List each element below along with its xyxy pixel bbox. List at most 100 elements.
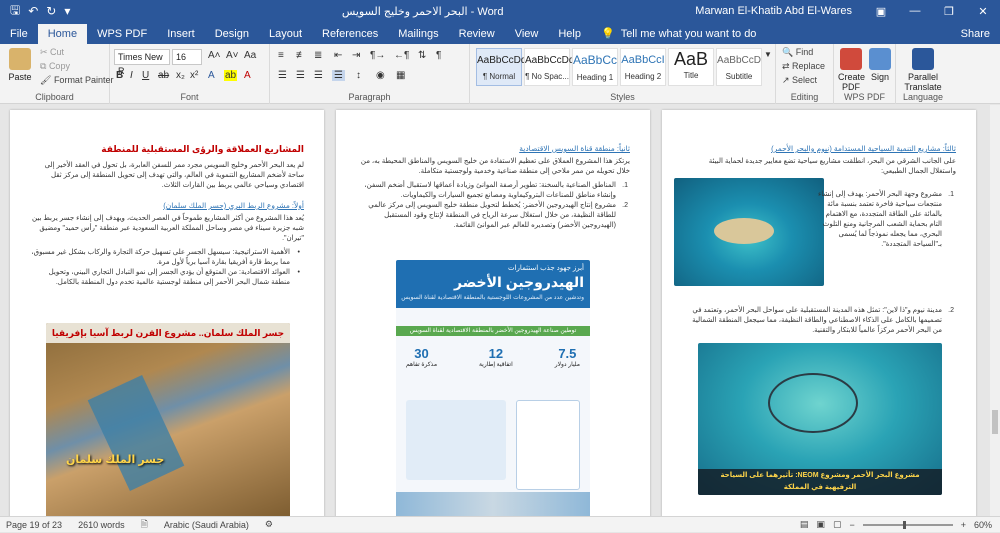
- style-name: ¶ No Spac...: [525, 72, 569, 81]
- zoom-out-icon[interactable]: −: [849, 520, 854, 530]
- bullets-icon[interactable]: ≡: [278, 50, 284, 61]
- align-center-icon[interactable]: ☰: [296, 70, 305, 81]
- bold-icon[interactable]: B: [116, 70, 123, 81]
- save-icon[interactable]: 🖫: [10, 1, 20, 22]
- scrollbar-thumb[interactable]: [992, 410, 998, 434]
- minimize-icon[interactable]: —: [898, 5, 932, 18]
- cut-button[interactable]: ✂ Cut: [40, 47, 64, 58]
- zoom-in-icon[interactable]: +: [961, 520, 966, 530]
- zoom-level[interactable]: 60%: [974, 520, 992, 530]
- style-heading-2[interactable]: AaBbCcI Heading 2: [620, 48, 666, 86]
- borders-icon[interactable]: ▦: [396, 70, 405, 81]
- accessibility-icon[interactable]: ⚙: [265, 519, 273, 530]
- stat-block: 7.5 مليار دولار: [555, 346, 580, 386]
- neom-image: مشروع البحر الأحمر ومشروع NEOM: تأثيرهما…: [698, 343, 942, 495]
- vertical-scrollbar[interactable]: [990, 105, 1000, 516]
- item-number: 1.: [622, 182, 628, 189]
- undo-icon[interactable]: ↶: [28, 4, 38, 18]
- tab-view[interactable]: View: [505, 24, 549, 44]
- replace-button[interactable]: ⇄ Replace: [782, 61, 825, 72]
- style-normal[interactable]: AaBbCcDd ¶ Normal: [476, 48, 526, 86]
- parallel-translate-button[interactable]: Parallel Translate: [902, 48, 944, 92]
- tab-design[interactable]: Design: [205, 24, 259, 44]
- stat-block: 12 اتفاقية إطارية: [479, 346, 513, 386]
- zoom-slider[interactable]: [862, 520, 953, 529]
- tab-review[interactable]: Review: [449, 24, 505, 44]
- underline-icon[interactable]: U: [142, 70, 149, 81]
- highlight-icon[interactable]: ab: [224, 70, 238, 81]
- copy-button[interactable]: ⧉ Copy: [40, 61, 70, 72]
- bridge-banner: جسر الملك سلمان.. مشروع القرن لربط آسيا …: [46, 323, 290, 343]
- section-heading-bridge: أولاً: مشروع الربط البري (جسر الملك سلما…: [163, 201, 304, 210]
- style-no-spacing[interactable]: AaBbCcDd ¶ No Spac...: [524, 48, 574, 86]
- sort-icon[interactable]: ⇅: [418, 50, 426, 61]
- change-case-icon[interactable]: Aa: [244, 50, 256, 61]
- style-heading-1[interactable]: AaBbCc Heading 1: [572, 48, 618, 86]
- language-group: Parallel Translate Language: [896, 44, 1000, 104]
- font-name-field[interactable]: Times New R: [114, 49, 170, 76]
- tab-wps-pdf[interactable]: WPS PDF: [87, 24, 157, 44]
- styles-more-icon[interactable]: ▼: [764, 50, 772, 59]
- tell-me-box[interactable]: 💡 Tell me what you want to do: [591, 24, 766, 44]
- web-layout-icon[interactable]: ▢: [833, 519, 842, 530]
- text-effects-icon[interactable]: A: [208, 70, 215, 81]
- grow-font-icon[interactable]: A˄: [208, 50, 221, 61]
- decrease-indent-icon[interactable]: ⇤: [334, 50, 342, 61]
- paste-button[interactable]: Paste: [6, 48, 34, 82]
- align-left-icon[interactable]: ☰: [278, 70, 287, 81]
- font-size-field[interactable]: 16: [172, 49, 202, 65]
- tab-references[interactable]: References: [312, 24, 388, 44]
- increase-indent-icon[interactable]: ⇥: [352, 50, 360, 61]
- find-button[interactable]: 🔍 Find: [782, 47, 813, 58]
- font-color-icon[interactable]: A: [244, 70, 251, 81]
- line-spacing-icon[interactable]: ↕: [356, 70, 361, 81]
- style-sample: AaB: [673, 49, 709, 69]
- print-layout-icon[interactable]: ▣: [816, 519, 825, 530]
- rtl-icon[interactable]: ←¶: [394, 50, 409, 61]
- superscript-icon[interactable]: x²: [190, 70, 198, 81]
- format-painter-button[interactable]: 🖌 Format Painter: [40, 75, 113, 86]
- style-title[interactable]: AaB Title: [668, 48, 714, 86]
- ribbon-display-icon[interactable]: ▣: [864, 5, 898, 18]
- read-mode-icon[interactable]: ▤: [800, 519, 809, 530]
- tab-insert[interactable]: Insert: [157, 24, 205, 44]
- ltr-icon[interactable]: ¶→: [370, 50, 385, 61]
- tab-home[interactable]: Home: [37, 24, 88, 44]
- redo-icon[interactable]: ↻: [46, 4, 56, 18]
- numbering-icon[interactable]: ≢: [296, 50, 306, 61]
- strikethrough-icon[interactable]: ab: [158, 70, 169, 81]
- create-pdf-button[interactable]: Create PDF: [838, 48, 865, 92]
- word-count[interactable]: 2610 words: [78, 520, 125, 530]
- language-status[interactable]: Arabic (Saudi Arabia): [164, 520, 249, 530]
- select-button[interactable]: ↗ Select: [782, 75, 817, 86]
- page-count[interactable]: Page 19 of 23: [6, 520, 62, 530]
- align-right-icon[interactable]: ☰: [314, 70, 323, 81]
- italic-icon[interactable]: I: [130, 70, 133, 81]
- tab-mailings[interactable]: Mailings: [388, 24, 448, 44]
- section-heading-suez: ثانياً: منطقة قناة السويس الاقتصادية: [519, 144, 630, 153]
- customize-icon[interactable]: ▾: [64, 4, 70, 18]
- stat-label: مليار دولار: [554, 362, 580, 368]
- page-right[interactable]: ثالثاً: مشاريع التنمية السياحية المستدام…: [662, 110, 976, 516]
- restore-icon[interactable]: ❐: [932, 5, 966, 18]
- multilevel-list-icon[interactable]: ≣: [314, 50, 322, 61]
- tab-layout[interactable]: Layout: [259, 24, 312, 44]
- proofing-icon[interactable]: 🗎: [141, 517, 148, 533]
- page-middle[interactable]: ثانياً: منطقة قناة السويس الاقتصادية يرت…: [336, 110, 650, 516]
- sign-button[interactable]: Sign: [868, 48, 892, 82]
- share-button[interactable]: Share: [951, 24, 1000, 44]
- shrink-font-icon[interactable]: A˅: [226, 50, 239, 61]
- page-left[interactable]: المشاريع العملاقة والرؤى المستقبلية للمن…: [10, 110, 324, 516]
- shading-icon[interactable]: ◉: [376, 70, 385, 81]
- subscript-icon[interactable]: x₂: [176, 70, 185, 81]
- style-subtitle[interactable]: AaBbCcD Subtitle: [716, 48, 762, 86]
- infographic-top: أبرز جهود جذب استثمارات: [508, 265, 584, 272]
- document-area[interactable]: المشاريع العملاقة والرؤى المستقبلية للمن…: [0, 105, 990, 516]
- tab-help[interactable]: Help: [548, 24, 591, 44]
- show-marks-icon[interactable]: ¶: [436, 50, 441, 61]
- replace-label: Replace: [792, 61, 826, 71]
- justify-icon[interactable]: ☰: [332, 70, 345, 81]
- close-icon[interactable]: ✕: [966, 5, 1000, 18]
- user-name[interactable]: Marwan El-Khatib Abd El-Wares: [695, 5, 864, 17]
- tab-file[interactable]: File: [0, 24, 38, 44]
